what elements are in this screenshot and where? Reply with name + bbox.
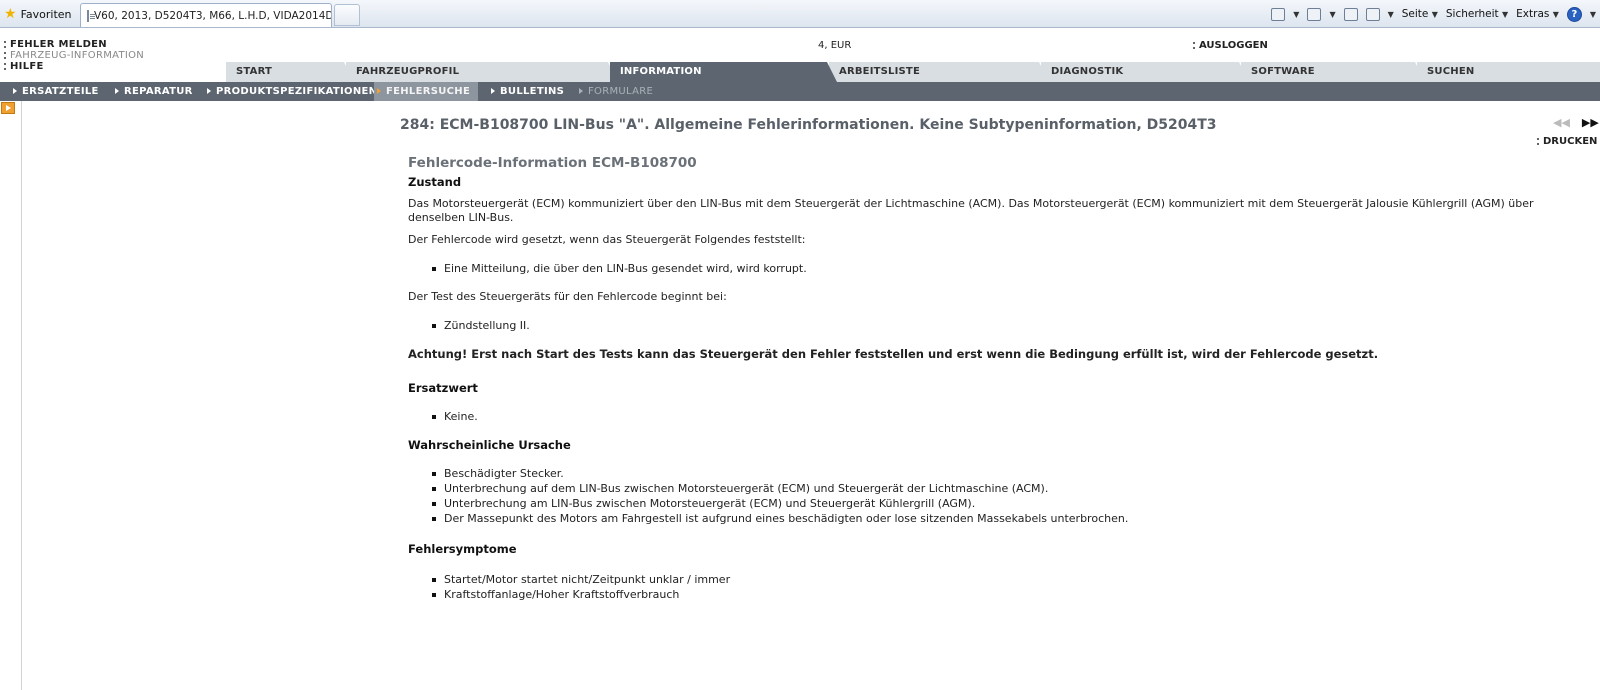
section-heading-condition: Zustand	[408, 175, 462, 189]
list-item: Startet/Motor startet nicht/Zeitpunkt un…	[432, 572, 1548, 587]
print-label: DRUCKEN	[1543, 136, 1598, 147]
browser-tab-active[interactable]: V60, 2013, D5204T3, M66, L.H.D, VIDA2014…	[80, 3, 332, 27]
security-menu[interactable]: Sicherheit ▼	[1446, 8, 1508, 20]
condition-paragraph: Das Motorsteuergerät (ECM) kommuniziert …	[408, 197, 1534, 224]
symptom-list: Startet/Motor startet nicht/Zeitpunkt un…	[432, 572, 1548, 602]
test-list: Zündstellung II.	[432, 318, 1548, 333]
sub-navigation: ERSATZTEILE REPARATUR PRODUKTSPEZIFIKATI…	[0, 82, 1600, 101]
rss-feed-icon[interactable]	[1307, 7, 1322, 21]
header-links: FEHLER MELDEN FAHRZEUG-INFORMATION HILFE	[4, 39, 144, 72]
print-button[interactable]: DRUCKEN	[1537, 136, 1597, 147]
star-icon: ★	[4, 6, 17, 22]
help-icon[interactable]: ?	[1566, 6, 1582, 22]
help-label: HILFE	[10, 61, 44, 72]
help-link[interactable]: HILFE	[4, 61, 144, 72]
test-paragraph: Der Test des Steuergeräts für den Fehler…	[408, 290, 727, 303]
list-item: Beschädigter Stecker.	[432, 466, 1548, 481]
browser-toolbar: ★ Favoriten V60, 2013, D5204T3, M66, L.H…	[0, 0, 1600, 28]
extras-menu[interactable]: Extras ▼	[1516, 8, 1559, 20]
report-error-link[interactable]: FEHLER MELDEN	[4, 39, 144, 50]
side-panel-collapsed	[0, 101, 22, 690]
print-icon[interactable]	[1365, 7, 1380, 21]
subnav-troubleshooting[interactable]: FEHLERSUCHE	[374, 82, 478, 101]
page-icon	[87, 9, 95, 22]
condition-trigger-paragraph: Der Fehlercode wird gesetzt, wenn das St…	[408, 233, 806, 246]
condition-list: Eine Mitteilung, die über den LIN-Bus ge…	[432, 261, 1548, 276]
chevron-down-icon[interactable]: ▼	[1590, 10, 1596, 19]
substitute-list: Keine.	[432, 409, 1548, 424]
tab-information[interactable]: INFORMATION	[610, 62, 837, 82]
list-item: Der Massepunkt des Motors am Fahrgestell…	[432, 511, 1548, 526]
list-item: Unterbrechung am LIN-Bus zwischen Motors…	[432, 496, 1548, 511]
vehicle-info-label: FAHRZEUG-INFORMATION	[10, 50, 145, 61]
grip-icon	[4, 41, 6, 48]
home-icon[interactable]	[1271, 7, 1286, 21]
subnav-product-specs[interactable]: PRODUKTSPEZIFIKATIONEN	[204, 82, 377, 101]
grip-icon	[1537, 138, 1539, 145]
vehicle-info-link[interactable]: FAHRZEUG-INFORMATION	[4, 50, 144, 61]
document-heading: Fehlercode-Information ECM-B108700	[408, 155, 697, 171]
cause-list: Beschädigter Stecker. Unterbrechung auf …	[432, 466, 1548, 526]
page-menu-label: Seite	[1401, 8, 1429, 20]
logout-label: AUSLOGGEN	[1199, 40, 1268, 51]
favorites-label: Favoriten	[20, 7, 72, 21]
subnav-spare-parts[interactable]: ERSATZTEILE	[10, 82, 99, 101]
subnav-forms: FORMULARE	[576, 82, 653, 101]
previous-document-icon: ◀◀	[1553, 116, 1570, 129]
report-error-label: FEHLER MELDEN	[10, 39, 107, 50]
mail-icon[interactable]	[1343, 7, 1358, 21]
new-tab-button[interactable]	[334, 4, 360, 26]
grip-icon	[4, 52, 6, 59]
logout-link[interactable]: AUSLOGGEN	[1193, 40, 1268, 51]
currency-display: 4, EUR	[818, 40, 852, 51]
list-item: Unterbrechung auf dem LIN-Bus zwischen M…	[432, 481, 1548, 496]
browser-tools: ▼ ▼ ▼ Seite ▼ Sicherheit ▼ Extras ▼ ? ▼	[1271, 5, 1596, 23]
page-menu[interactable]: Seite ▼	[1402, 8, 1438, 20]
extras-menu-label: Extras	[1516, 8, 1550, 20]
next-document-icon[interactable]: ▶▶	[1582, 116, 1599, 129]
security-menu-label: Sicherheit	[1445, 8, 1499, 20]
section-heading-substitute-value: Ersatzwert	[408, 381, 478, 395]
subnav-repair[interactable]: REPARATUR	[112, 82, 193, 101]
grip-icon	[4, 63, 6, 70]
document-pager: ◀◀ ▶▶	[1553, 116, 1599, 129]
section-heading-probable-cause: Wahrscheinliche Ursache	[408, 438, 571, 452]
chevron-down-icon[interactable]: ▼	[1388, 10, 1394, 19]
document-title: 284: ECM-B108700 LIN-Bus "A". Allgemeine…	[400, 117, 1217, 133]
browser-tab-title: V60, 2013, D5204T3, M66, L.H.D, VIDA2014…	[94, 9, 332, 22]
section-heading-symptoms: Fehlersymptome	[408, 542, 517, 556]
expand-panel-icon[interactable]	[1, 102, 15, 114]
tab-start[interactable]: START	[226, 62, 354, 82]
tab-search[interactable]: SUCHEN	[1417, 62, 1600, 82]
chevron-down-icon[interactable]: ▼	[1293, 10, 1299, 19]
list-item: Kraftstoffanlage/Hoher Kraftstoffverbrau…	[432, 587, 1548, 602]
list-item: Eine Mitteilung, die über den LIN-Bus ge…	[432, 261, 1548, 276]
document-body: Fehlercode-Information ECM-B108700 Zusta…	[408, 155, 1548, 616]
tab-software[interactable]: SOFTWARE	[1241, 62, 1425, 82]
tab-diagnostics[interactable]: DIAGNOSTIK	[1041, 62, 1249, 82]
main-tabs: START FAHRZEUGPROFIL INFORMATION ARBEITS…	[226, 62, 1600, 82]
grip-icon	[1193, 42, 1195, 49]
chevron-down-icon[interactable]: ▼	[1329, 10, 1335, 19]
tab-vehicle-profile[interactable]: FAHRZEUGPROFIL	[346, 62, 618, 82]
subnav-bulletins[interactable]: BULLETINS	[488, 82, 564, 101]
list-item: Zündstellung II.	[432, 318, 1548, 333]
warning-text: Achtung! Erst nach Start des Tests kann …	[408, 347, 1379, 361]
list-item: Keine.	[432, 409, 1548, 424]
tab-worklist[interactable]: ARBEITSLISTE	[829, 62, 1049, 82]
favorites-button[interactable]: ★ Favoriten	[4, 5, 72, 23]
